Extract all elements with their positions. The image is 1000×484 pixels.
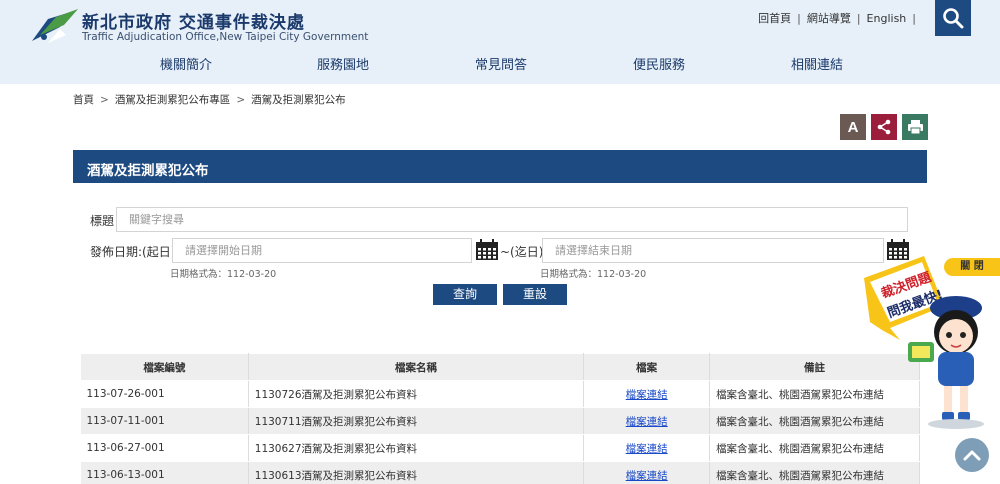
file-name: 1130627酒駕及拒測累犯公布資料: [248, 434, 585, 462]
file-name: 1130726酒駕及拒測累犯公布資料: [248, 380, 585, 408]
results-table: 檔案編號 檔案名稱 檔案 備註 113-07-26-001 1130726酒駕及…: [80, 353, 920, 484]
divider: |: [856, 12, 861, 25]
col-file: 檔案: [583, 353, 711, 381]
query-button[interactable]: 查詢: [433, 284, 497, 305]
print-button[interactable]: [902, 114, 928, 140]
search-button[interactable]: [935, 0, 971, 36]
font-size-button[interactable]: A: [840, 114, 866, 140]
file-cell: 檔案連結: [583, 461, 711, 484]
table-header-row: 檔案編號 檔案名稱 檔案 備註: [80, 353, 920, 381]
nav-services[interactable]: 服務園地: [317, 54, 369, 73]
mascot-bubble: 裁決問題 問我最快!: [864, 256, 945, 340]
divider: |: [797, 12, 801, 25]
share-button[interactable]: [871, 114, 897, 140]
file-cell: 檔案連結: [583, 380, 711, 408]
end-date-input[interactable]: [542, 238, 884, 263]
remarks: 檔案含臺北、桃園酒駕累犯公布連結: [709, 461, 920, 484]
chevron-right-icon: >: [236, 94, 246, 106]
file-number: 113-06-27-001: [80, 434, 249, 462]
main-nav: 機關簡介 服務園地 常見問答 便民服務 相關連結: [0, 50, 1000, 76]
col-file-name: 檔案名稱: [247, 353, 585, 381]
nav-related-links[interactable]: 相關連結: [791, 54, 843, 73]
top-links: 回首頁 | 網站導覽 | English |: [758, 10, 922, 26]
file-name: 1130613酒駕及拒測累犯公布資料: [248, 461, 585, 484]
col-file-number: 檔案編號: [80, 353, 249, 381]
section-title: 酒駕及拒測累犯公布: [73, 150, 927, 183]
breadcrumb-section[interactable]: 酒駕及拒測累犯公布專區: [115, 94, 231, 106]
table-row: 113-07-11-001 1130711酒駕及拒測累犯公布資料 檔案連結 檔案…: [80, 407, 920, 435]
site-header: 新北市政府 交通事件裁決處 Traffic Adjudication Offic…: [0, 0, 1000, 84]
english-link[interactable]: English: [867, 12, 907, 25]
file-number: 113-07-26-001: [80, 380, 249, 408]
title-label: 標題: [90, 214, 115, 228]
nav-faq[interactable]: 常見問答: [475, 54, 527, 73]
file-cell: 檔案連結: [583, 434, 711, 462]
mascot-close-button[interactable]: 關 閉: [944, 258, 1000, 276]
file-link[interactable]: 檔案連結: [626, 416, 668, 428]
file-name: 1130711酒駕及拒測累犯公布資料: [248, 407, 585, 435]
end-date-hint: 日期格式為：112-03-20: [540, 269, 647, 280]
file-link[interactable]: 檔案連結: [626, 443, 668, 455]
chevron-right-icon: >: [100, 94, 109, 106]
start-date-input[interactable]: [172, 238, 472, 263]
page-tools: A: [840, 114, 928, 140]
chatbot-mascot[interactable]: 裁決問題 問我最快!: [860, 252, 1000, 432]
nav-convenience[interactable]: 便民服務: [633, 54, 685, 73]
table-row: 113-06-13-001 1130613酒駕及拒測累犯公布資料 檔案連結 檔案…: [80, 461, 920, 484]
end-date-label: ~(迄日): [500, 245, 544, 259]
file-link[interactable]: 檔案連結: [626, 389, 668, 401]
reset-button[interactable]: 重設: [503, 284, 567, 305]
file-number: 113-07-11-001: [80, 407, 249, 435]
breadcrumb-home[interactable]: 首頁: [73, 94, 94, 106]
table-row: 113-06-27-001 1130627酒駕及拒測累犯公布資料 檔案連結 檔案…: [80, 434, 920, 462]
start-date-hint: 日期格式為：112-03-20: [170, 269, 277, 280]
back-to-top-button[interactable]: [955, 438, 989, 472]
file-link[interactable]: 檔案連結: [626, 470, 668, 482]
print-icon: [907, 120, 923, 135]
site-subtitle: Traffic Adjudication Office,New Taipei C…: [82, 31, 369, 43]
logo-icon[interactable]: [30, 5, 80, 45]
calendar-icon[interactable]: [475, 239, 499, 261]
breadcrumb: 首頁 > 酒駕及拒測累犯公布專區 > 酒駕及拒測累犯公布: [73, 92, 346, 107]
file-number: 113-06-13-001: [80, 461, 249, 484]
start-date-label: 發佈日期:(起日): [90, 245, 176, 259]
home-link[interactable]: 回首頁: [758, 12, 791, 25]
breadcrumb-current[interactable]: 酒駕及拒測累犯公布: [251, 94, 346, 106]
site-title[interactable]: 新北市政府 交通事件裁決處: [82, 8, 305, 33]
remarks: 檔案含臺北、桃園酒駕累犯公布連結: [709, 434, 920, 462]
file-cell: 檔案連結: [583, 407, 711, 435]
search-icon: [943, 8, 964, 29]
keyword-search-input[interactable]: [116, 207, 908, 232]
sitemap-link[interactable]: 網站導覽: [807, 12, 851, 25]
divider: |: [912, 12, 916, 25]
share-icon: [877, 119, 891, 135]
table-row: 113-07-26-001 1130726酒駕及拒測累犯公布資料 檔案連結 檔案…: [80, 380, 920, 408]
chevron-up-icon: [963, 450, 981, 461]
nav-about[interactable]: 機關簡介: [160, 54, 212, 73]
